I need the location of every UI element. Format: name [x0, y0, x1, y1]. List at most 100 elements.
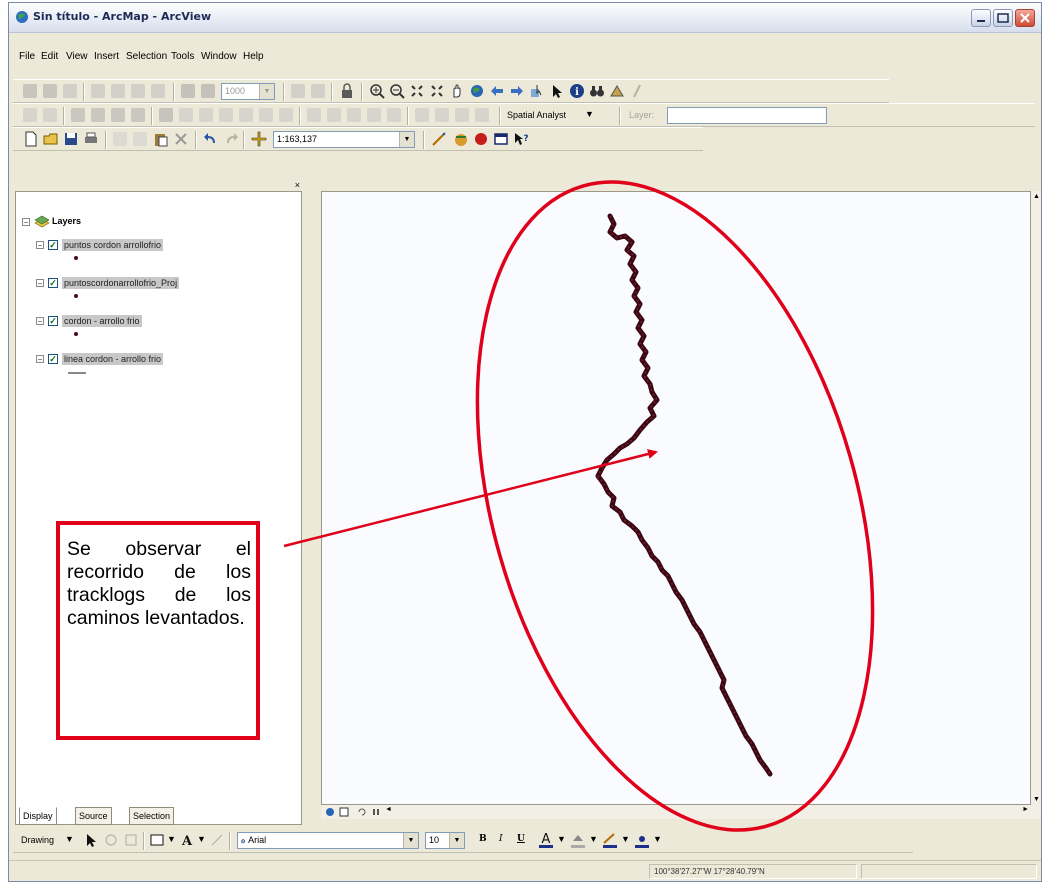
tab-display[interactable]: Display [19, 807, 57, 825]
save-disk-icon[interactable] [63, 131, 79, 147]
menu-insert[interactable]: Insert [94, 51, 119, 62]
surface-tool-icon[interactable] [435, 108, 449, 122]
grid-tool-icon[interactable] [151, 84, 165, 98]
collapse-icon[interactable]: − [36, 317, 44, 326]
chevron-down-icon[interactable]: ▼ [65, 834, 74, 844]
tab-source[interactable]: Source [75, 807, 112, 825]
select-elements-arrow-icon[interactable] [549, 83, 565, 99]
underline-icon[interactable]: U [517, 834, 525, 844]
layer-combo[interactable] [667, 107, 827, 124]
undo-icon[interactable] [203, 131, 219, 147]
data-view-icon[interactable] [325, 807, 335, 817]
rotate-icon[interactable] [103, 832, 119, 848]
new-text-icon[interactable]: A [179, 832, 195, 848]
new-document-icon[interactable] [23, 131, 39, 147]
zoom-in-icon[interactable] [369, 83, 385, 99]
surface-tool-icon[interactable] [455, 108, 469, 122]
scroll-left-arrow-icon[interactable]: ◄ [385, 806, 392, 813]
minimize-button[interactable] [971, 9, 991, 27]
surface-tool-icon[interactable] [415, 108, 429, 122]
grid-tool-icon[interactable] [131, 84, 145, 98]
editor-tool-icon[interactable] [63, 84, 77, 98]
scroll-up-arrow-icon[interactable]: ▲ [1033, 193, 1040, 200]
network-tool-icon[interactable] [327, 108, 341, 122]
redo-icon[interactable] [223, 131, 239, 147]
measure-icon[interactable] [609, 83, 625, 99]
chevron-down-icon[interactable]: ▼ [197, 834, 206, 844]
topology-tool-icon[interactable] [71, 108, 85, 122]
delete-icon[interactable] [173, 131, 189, 147]
print-icon[interactable] [83, 131, 99, 147]
drawing-menu[interactable]: Drawing [21, 835, 54, 845]
zoom-to-selected-icon[interactable] [123, 832, 139, 848]
layer-visibility-checkbox[interactable]: ✓ [48, 316, 58, 326]
fill-color-icon[interactable] [569, 831, 587, 849]
layer-name[interactable]: cordon - arrollo frio [62, 315, 142, 327]
editor-tool-icon[interactable] [43, 84, 57, 98]
scroll-down-arrow-icon[interactable]: ▼ [1033, 796, 1040, 803]
bold-icon[interactable]: B [479, 834, 487, 844]
cut-icon[interactable] [113, 132, 127, 146]
zoom-percent-combo[interactable]: 1000 ▼ [221, 83, 275, 100]
topology-tool-icon[interactable] [131, 108, 145, 122]
layers-root-label[interactable]: Layers [52, 216, 81, 226]
identify-icon[interactable]: i [569, 83, 585, 99]
chevron-down-icon[interactable]: ▼ [403, 833, 418, 848]
layer-visibility-checkbox[interactable]: ✓ [48, 278, 58, 288]
chevron-down-icon[interactable]: ▼ [557, 834, 566, 844]
surface-tool-icon[interactable] [475, 108, 489, 122]
forward-arrow-icon[interactable] [509, 83, 525, 99]
chevron-down-icon[interactable]: ▼ [589, 834, 598, 844]
arccatalog-icon[interactable] [473, 131, 489, 147]
open-folder-icon[interactable] [43, 131, 59, 147]
layer-name[interactable]: puntos cordon arrollofrio [62, 239, 164, 251]
grid-tool-icon[interactable] [111, 84, 125, 98]
chevron-down-icon[interactable]: ▼ [653, 834, 662, 844]
back-arrow-icon[interactable] [489, 83, 505, 99]
arctoolbox-icon[interactable] [453, 131, 469, 147]
collapse-icon[interactable]: − [22, 218, 30, 227]
close-icon[interactable]: × [295, 180, 300, 190]
tab-selection[interactable]: Selection [129, 807, 175, 825]
topology-tool-icon[interactable] [91, 108, 105, 122]
fixed-zoom-out-icon[interactable] [429, 83, 445, 99]
network-tool-icon[interactable] [307, 108, 321, 122]
line-color-icon[interactable] [601, 831, 619, 849]
raster-tool-icon[interactable] [179, 108, 193, 122]
close-button[interactable] [1015, 9, 1035, 27]
pause-icon[interactable] [371, 807, 381, 817]
select-features-icon[interactable] [529, 83, 545, 99]
menu-file[interactable]: File [19, 51, 35, 62]
menu-edit[interactable]: Edit [41, 51, 58, 62]
chevron-down-icon[interactable]: ▼ [167, 834, 176, 844]
refresh-icon[interactable] [357, 807, 367, 817]
map-horizontal-scrollbar[interactable]: ◄ ► [321, 805, 1041, 819]
font-color-icon[interactable]: A [537, 831, 555, 849]
layout-tool-icon[interactable] [181, 84, 195, 98]
chevron-down-icon[interactable]: ▼ [259, 84, 274, 99]
raster-tool-icon[interactable] [279, 108, 293, 122]
raster-tool-icon[interactable] [219, 108, 233, 122]
menu-tools[interactable]: Tools [171, 51, 194, 62]
layer-name[interactable]: puntoscordonarrollofrio_Proj [62, 277, 180, 289]
whats-this-help-icon[interactable]: ? [513, 131, 529, 147]
map-vertical-scrollbar[interactable]: ▲ ▼ [1031, 191, 1041, 805]
fixed-zoom-in-icon[interactable] [409, 83, 425, 99]
menu-selection[interactable]: Selection [126, 51, 167, 62]
select-elements-arrow-icon[interactable] [83, 832, 99, 848]
network-tool-icon[interactable] [387, 108, 401, 122]
italic-icon[interactable]: I [499, 834, 503, 844]
layout-tool-icon[interactable] [291, 84, 305, 98]
collapse-icon[interactable]: − [36, 279, 44, 288]
topology-tool-icon[interactable] [111, 108, 125, 122]
collapse-icon[interactable]: − [36, 355, 44, 364]
add-data-icon[interactable] [251, 131, 267, 147]
network-tool-icon[interactable] [347, 108, 361, 122]
font-size-combo[interactable]: 10 ▼ [425, 832, 465, 849]
marker-color-icon[interactable] [633, 831, 651, 849]
zoom-out-icon[interactable] [389, 83, 405, 99]
map-display[interactable] [321, 191, 1031, 805]
menu-view[interactable]: View [66, 51, 88, 62]
font-combo[interactable]: ℴ Arial ▼ [237, 832, 419, 849]
raster-tool-icon[interactable] [159, 108, 173, 122]
